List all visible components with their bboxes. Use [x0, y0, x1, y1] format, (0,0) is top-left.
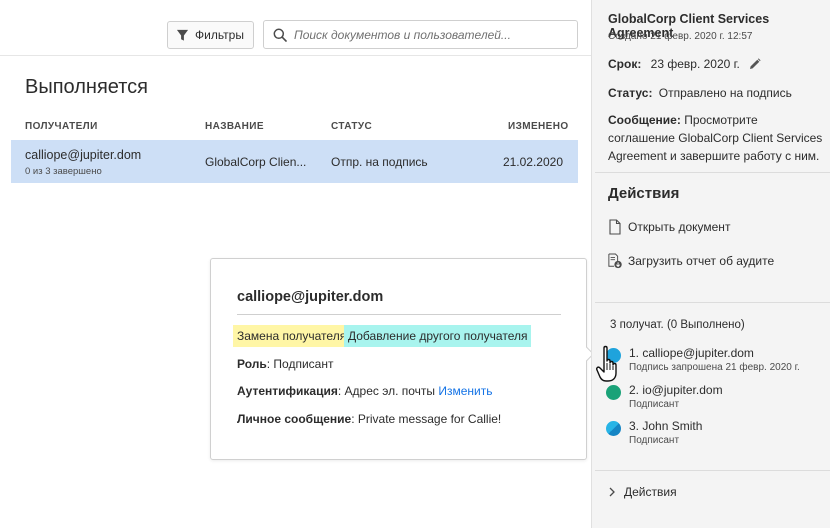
- agreement-created: Создано 21 февр. 2020 г. 12:57: [608, 31, 753, 42]
- message-field: Сообщение: Просмотрите соглашение Global…: [608, 111, 826, 165]
- actions-heading: Действия: [608, 185, 680, 202]
- recipient-sub: Подписант: [629, 399, 680, 410]
- filters-button[interactable]: Фильтры: [167, 21, 254, 49]
- panel-divider: [595, 172, 830, 173]
- audit-report-download-icon: [608, 253, 622, 269]
- column-header-status[interactable]: СТАТУС: [331, 121, 372, 132]
- recipient-name: 3. John Smith: [629, 419, 703, 433]
- popup-role-label: Роль: [237, 357, 267, 371]
- hand-cursor-icon: [596, 345, 617, 382]
- recipient-popup: calliope@jupiter.dom Замена получателя Д…: [210, 258, 587, 460]
- recipient-name: 1. calliope@jupiter.dom: [629, 346, 754, 360]
- panel-divider: [595, 470, 830, 471]
- open-document-action[interactable]: Открыть документ: [608, 218, 730, 236]
- popup-message-value: : Private message for Callie!: [351, 412, 502, 426]
- filter-icon: [176, 29, 189, 41]
- deadline-label: Срок:: [608, 57, 642, 71]
- status-field: Статус: Отправлено на подпись: [608, 85, 792, 102]
- deadline-field: Срок: 23 февр. 2020 г.: [608, 56, 761, 73]
- recipient-status-icon: [606, 385, 621, 400]
- status-label: Статус:: [608, 86, 653, 100]
- popup-role-value: : Подписант: [266, 357, 334, 371]
- toolbar: Фильтры: [0, 0, 591, 56]
- edit-pencil-icon[interactable]: [749, 58, 761, 70]
- popup-auth-label: Аутентификация: [237, 384, 338, 398]
- page-title: Выполняется: [25, 76, 148, 98]
- recipient-sub: Подпись запрошена 21 февр. 2020 г.: [629, 362, 800, 373]
- popup-role: Роль: Подписант: [237, 357, 333, 371]
- column-header-recipients[interactable]: ПОЛУЧАТЕЛИ: [25, 121, 98, 132]
- popup-auth-value: : Адрес эл. почты: [337, 384, 439, 398]
- column-header-modified[interactable]: ИЗМЕНЕНО: [508, 121, 569, 132]
- row-progress: 0 из 3 завершено: [25, 166, 102, 177]
- row-name: GlobalCorp Clien...: [205, 155, 307, 169]
- row-recipient: calliope@jupiter.dom: [25, 148, 142, 162]
- actions-expander-label: Действия: [624, 485, 677, 499]
- popup-message: Личное сообщение: Private message for Ca…: [237, 412, 501, 426]
- add-recipient-button[interactable]: Добавление другого получателя: [344, 325, 532, 347]
- panel-divider: [595, 302, 830, 303]
- download-audit-label: Загрузить отчет об аудите: [628, 254, 775, 268]
- recipient-name: 2. io@jupiter.dom: [629, 383, 723, 397]
- search-icon: [273, 28, 287, 42]
- chevron-right-icon: [609, 487, 615, 497]
- download-audit-action[interactable]: Загрузить отчет об аудите: [608, 252, 774, 270]
- open-document-label: Открыть документ: [628, 220, 731, 234]
- table-row[interactable]: calliope@jupiter.dom 0 из 3 завершено Gl…: [11, 140, 578, 183]
- popup-email: calliope@jupiter.dom: [237, 289, 384, 305]
- status-value: Отправлено на подпись: [658, 86, 792, 100]
- popup-auth: Аутентификация: Адрес эл. почты Изменить: [237, 384, 493, 398]
- row-modified: 21.02.2020: [502, 155, 563, 169]
- popup-message-label: Личное сообщение: [237, 412, 352, 426]
- deadline-value: 23 февр. 2020 г.: [650, 57, 740, 71]
- recipient-status-icon: [606, 421, 621, 436]
- actions-expander[interactable]: Действия: [608, 485, 677, 499]
- message-label: Сообщение:: [608, 113, 681, 127]
- details-panel: GlobalCorp Client Services Agreement Соз…: [591, 0, 830, 528]
- document-icon: [609, 219, 621, 235]
- row-status: Отпр. на подпись: [331, 155, 428, 169]
- search-box[interactable]: [263, 20, 578, 49]
- replace-recipient-button[interactable]: Замена получателя: [233, 325, 351, 347]
- recipient-sub: Подписант: [629, 435, 680, 446]
- search-input[interactable]: [294, 27, 564, 42]
- filters-button-label: Фильтры: [195, 28, 244, 42]
- recipients-count: 3 получат. (0 Выполнено): [610, 319, 745, 331]
- change-auth-link[interactable]: Изменить: [438, 384, 492, 398]
- column-header-name[interactable]: НАЗВАНИЕ: [205, 121, 264, 132]
- popup-divider: [237, 314, 561, 315]
